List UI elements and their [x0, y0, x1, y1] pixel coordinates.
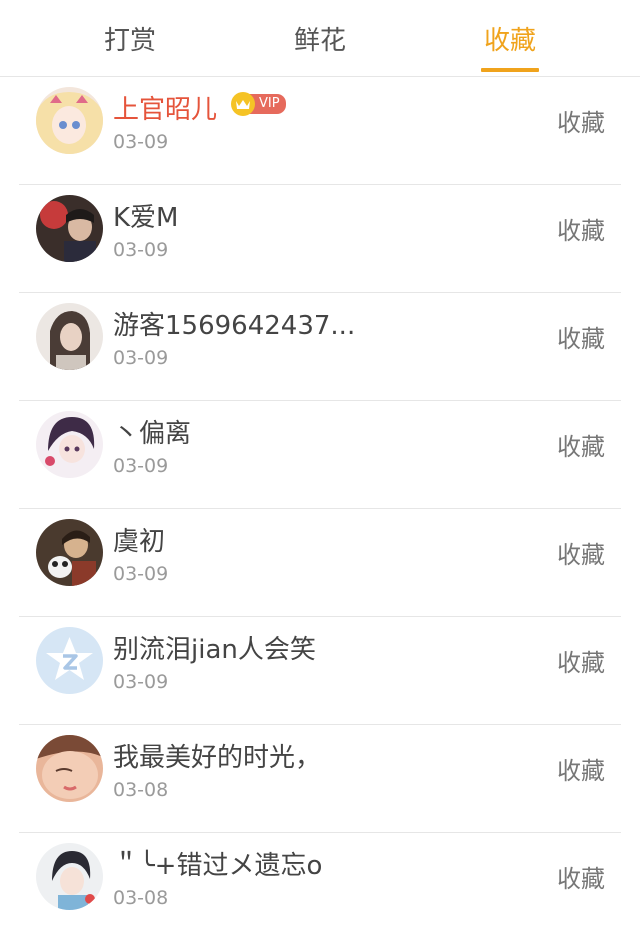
list-item[interactable]: 游客1569642437... 03-09 收藏 — [19, 293, 621, 401]
avatar[interactable] — [36, 735, 103, 802]
user-name: 虞初 — [113, 527, 166, 557]
avatar[interactable] — [36, 87, 103, 154]
tab-flowers[interactable]: 鲜花 — [240, 0, 400, 76]
tab-bar: 打赏 鲜花 收藏 — [0, 0, 640, 77]
list-item[interactable]: 虞初 03-09 收藏 — [19, 509, 621, 617]
list-item[interactable]: K爱M 03-09 收藏 — [19, 185, 621, 293]
date: 03-09 — [113, 563, 169, 585]
date: 03-09 — [113, 239, 169, 261]
date: 03-08 — [113, 779, 169, 801]
avatar[interactable] — [36, 843, 103, 910]
user-name: 游客1569642437... — [113, 311, 356, 341]
favorite-action[interactable]: 收藏 — [557, 859, 605, 894]
favorite-action[interactable]: 收藏 — [557, 211, 605, 246]
user-name: 上官昭儿 — [113, 95, 218, 125]
active-tab-indicator — [481, 68, 539, 72]
user-name: 丶偏离 — [113, 419, 192, 449]
vip-badge: VIP — [231, 92, 286, 116]
date: 03-09 — [113, 455, 169, 477]
tab-favorites[interactable]: 收藏 — [430, 0, 590, 76]
tab-flowers-label: 鲜花 — [293, 25, 346, 56]
favorite-action[interactable]: 收藏 — [557, 751, 605, 786]
list-item[interactable]: 我最美好的时光， 03-08 收藏 — [19, 725, 621, 833]
user-name: ＂╰+错过メ遗忘o — [113, 851, 323, 881]
favorite-action[interactable]: 收藏 — [557, 103, 605, 138]
favorites-list: 上官昭儿 VIP 03-09 收藏 K爱M 03-09 收藏 游客1569642… — [19, 77, 621, 933]
avatar[interactable] — [36, 519, 103, 586]
favorite-action[interactable]: 收藏 — [557, 535, 605, 570]
favorite-action[interactable]: 收藏 — [557, 427, 605, 462]
list-item[interactable]: ＂╰+错过メ遗忘o 03-08 收藏 — [19, 833, 621, 933]
date: 03-09 — [113, 671, 169, 693]
avatar[interactable] — [36, 627, 103, 694]
list-item[interactable]: 上官昭儿 VIP 03-09 收藏 — [19, 77, 621, 185]
favorite-action[interactable]: 收藏 — [557, 643, 605, 678]
date: 03-09 — [113, 347, 169, 369]
list-item[interactable]: 丶偏离 03-09 收藏 — [19, 401, 621, 509]
user-name: 我最美好的时光， — [113, 743, 322, 773]
date: 03-08 — [113, 887, 169, 909]
avatar[interactable] — [36, 195, 103, 262]
date: 03-09 — [113, 131, 169, 153]
tab-reward-label: 打赏 — [103, 25, 156, 56]
tab-reward[interactable]: 打赏 — [50, 0, 210, 76]
default-avatar-icon — [36, 627, 103, 694]
avatar[interactable] — [36, 411, 103, 478]
avatar[interactable] — [36, 303, 103, 370]
user-name: K爱M — [113, 203, 179, 233]
favorite-action[interactable]: 收藏 — [557, 319, 605, 354]
list-item[interactable]: 别流泪jian人会笑 03-09 收藏 — [19, 617, 621, 725]
tab-favorites-label: 收藏 — [483, 25, 536, 56]
crown-icon — [231, 92, 255, 116]
user-name: 别流泪jian人会笑 — [113, 635, 316, 665]
